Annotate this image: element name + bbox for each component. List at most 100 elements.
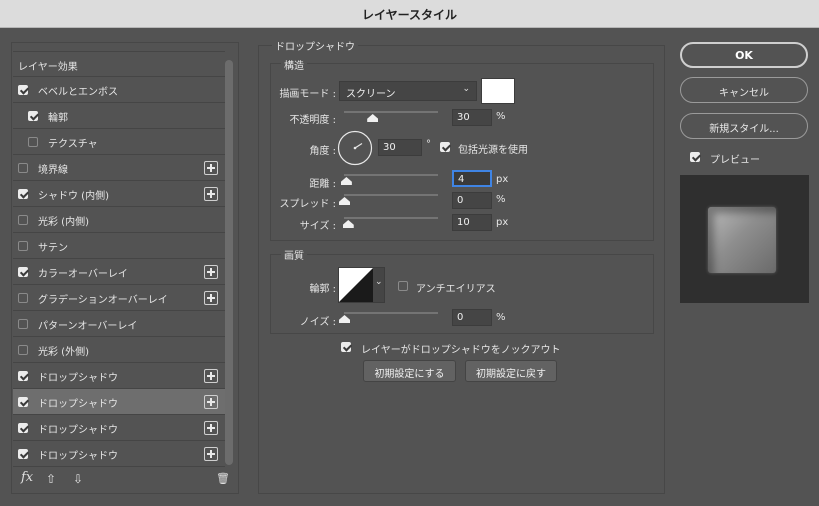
move-up-icon[interactable]: ⇧ [46,472,56,486]
angle-label: 角度 : [309,146,336,157]
reset-default-button[interactable]: 初期設定に戻す [465,360,557,382]
global-light-checkbox[interactable] [440,142,450,152]
style-item-label: シャドウ (内側) [38,191,109,202]
style-list-item[interactable]: ドロップシャドウ [13,441,225,467]
angle-dial[interactable] [337,130,373,166]
blend-mode-select[interactable]: スクリーン ⌄ [339,81,477,101]
add-effect-icon[interactable] [204,421,218,435]
noise-unit: % [496,312,506,323]
style-checkbox[interactable] [18,85,28,95]
distance-slider-track[interactable] [344,174,438,176]
add-effect-icon[interactable] [204,369,218,383]
styles-list: レイヤー効果 ベベルとエンボス輪郭テクスチャ境界線シャドウ (内側) 光彩 (内側… [13,51,225,467]
styles-scrollbar[interactable] [224,60,234,465]
size-input[interactable]: 10 [452,214,492,231]
style-item-label: テクスチャ [48,139,98,150]
window-title: レイヤースタイル [361,8,458,22]
style-checkbox[interactable] [28,137,38,147]
style-checkbox[interactable] [18,397,28,407]
contour-label: 輪郭 : [309,284,336,295]
style-checkbox[interactable] [18,241,28,251]
style-item-label: ドロップシャドウ [38,373,118,384]
style-checkbox[interactable] [18,371,28,381]
style-checkbox[interactable] [18,293,28,303]
distance-unit: px [496,174,509,185]
add-effect-icon[interactable] [204,265,218,279]
noise-slider-track[interactable] [344,312,438,314]
style-item-label: ベベルとエンボス [38,87,118,98]
angle-input[interactable]: 30 [378,139,422,156]
add-effect-icon[interactable] [204,291,218,305]
knockout-checkbox[interactable] [341,342,351,352]
style-item-label: ドロップシャドウ [38,399,118,410]
style-checkbox[interactable] [18,267,28,277]
preview-label: プレビュー [710,155,760,166]
opacity-slider-track[interactable] [344,111,438,113]
make-default-button[interactable]: 初期設定にする [363,360,456,382]
list-header[interactable]: レイヤー効果 [13,51,225,77]
drop-shadow-title: ドロップシャドウ [272,38,358,53]
style-checkbox[interactable] [18,449,28,459]
style-list-item[interactable]: テクスチャ [13,129,225,155]
list-header-label: レイヤー効果 [18,62,78,73]
style-item-label: ドロップシャドウ [38,451,118,462]
add-effect-icon[interactable] [204,187,218,201]
noise-input[interactable]: 0 [452,309,492,326]
spread-slider-track[interactable] [344,194,438,196]
style-checkbox[interactable] [18,189,28,199]
blend-mode-label: 描画モード : [279,89,336,100]
cancel-button[interactable]: キャンセル [680,77,808,103]
style-checkbox[interactable] [28,111,38,121]
add-effect-icon[interactable] [204,161,218,175]
size-unit: px [496,217,509,228]
styles-list-panel: レイヤー効果 ベベルとエンボス輪郭テクスチャ境界線シャドウ (内側) 光彩 (内側… [11,42,239,494]
blend-color-swatch[interactable] [481,78,515,104]
style-list-item[interactable]: ドロップシャドウ [13,389,225,415]
anti-alias-checkbox[interactable] [398,281,408,291]
move-down-icon[interactable]: ⇩ [73,472,83,486]
title-bar: レイヤースタイル [0,0,819,28]
style-list-item[interactable]: 光彩 (内側) [13,207,225,233]
add-effect-icon[interactable] [204,447,218,461]
style-list-item[interactable]: ベベルとエンボス [13,77,225,103]
angle-unit: ° [426,139,431,150]
style-checkbox[interactable] [18,345,28,355]
style-checkbox[interactable] [18,215,28,225]
distance-input[interactable]: 4 [452,170,492,187]
style-list-item[interactable]: グラデーションオーバーレイ [13,285,225,311]
style-list-item[interactable]: シャドウ (内側) [13,181,225,207]
fx-icon[interactable]: fx [21,470,33,485]
ok-button[interactable]: OK [680,42,808,68]
style-checkbox[interactable] [18,319,28,329]
style-item-label: カラーオーバーレイ [38,269,128,280]
chevron-down-icon: ⌄ [462,84,470,94]
preview-thumbnail [680,175,809,303]
style-list-item[interactable]: パターンオーバーレイ [13,311,225,337]
global-light-label: 包括光源を使用 [458,145,528,156]
style-list-item[interactable]: 輪郭 [13,103,225,129]
opacity-label: 不透明度 : [289,115,336,126]
contour-preview [339,268,373,302]
scroll-thumb[interactable] [225,60,233,465]
preview-checkbox[interactable] [690,152,700,162]
style-item-label: ドロップシャドウ [38,425,118,436]
style-checkbox[interactable] [18,423,28,433]
style-list-item[interactable]: サテン [13,233,225,259]
size-slider-track[interactable] [344,217,438,219]
style-list-item[interactable]: カラーオーバーレイ [13,259,225,285]
style-item-label: サテン [38,243,68,254]
opacity-input[interactable]: 30 [452,109,492,126]
trash-icon[interactable]: 🗑 [216,472,230,485]
new-style-button[interactable]: 新規スタイル... [680,113,808,139]
contour-chevron-icon: ⌄ [375,277,383,287]
style-list-item[interactable]: ドロップシャドウ [13,415,225,441]
style-list-item[interactable]: 光彩 (外側) [13,337,225,363]
quality-title: 画質 [281,247,307,262]
contour-picker[interactable]: ⌄ [338,267,385,303]
add-effect-icon[interactable] [204,395,218,409]
style-list-item[interactable]: 境界線 [13,155,225,181]
style-list-item[interactable]: ドロップシャドウ [13,363,225,389]
style-checkbox[interactable] [18,163,28,173]
anti-alias-label: アンチエイリアス [416,284,496,295]
spread-input[interactable]: 0 [452,192,492,209]
